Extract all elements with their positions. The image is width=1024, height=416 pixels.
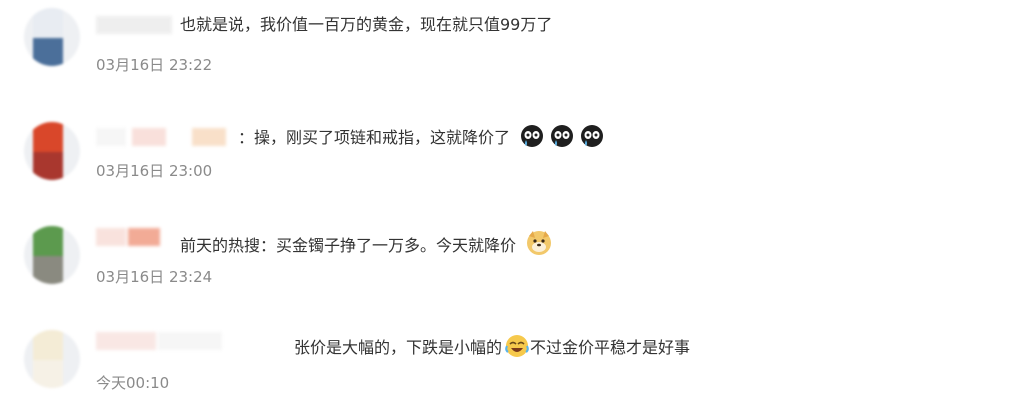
comment-prefix: ： — [238, 128, 255, 147]
comment-text: 前天的热搜：买金镯子挣了一万多。今天就降价 — [180, 230, 553, 262]
comment-body: 张价是大幅的，下跌是小幅的 — [294, 338, 503, 357]
crying-face-icon — [519, 124, 545, 154]
username-blurred[interactable] — [96, 14, 174, 34]
doge-icon — [525, 230, 553, 262]
crying-face-icon — [579, 124, 605, 154]
crying-face-icon — [549, 124, 575, 154]
username-blurred[interactable] — [96, 226, 162, 246]
avatar[interactable] — [24, 122, 80, 180]
comment-item: 也就是说，我价值一百万的黄金，现在就只值99万了 03月16日 23:22 — [0, 0, 1024, 104]
comment-time: 今天00:10 — [96, 374, 170, 392]
avatar[interactable] — [24, 330, 80, 388]
comment-time: 03月16日 23:22 — [96, 56, 213, 74]
username-blurred[interactable] — [96, 330, 226, 350]
comment-body: 前天的热搜：买金镯子挣了一万多。今天就降价 — [180, 236, 517, 255]
username-blurred[interactable] — [96, 126, 236, 146]
avatar[interactable] — [24, 226, 80, 284]
avatar[interactable] — [24, 8, 80, 66]
comment-text: 也就是说，我价值一百万的黄金，现在就只值99万了 — [180, 15, 553, 34]
comment-text: ：操，刚买了项链和戒指，这就降价了 — [238, 124, 605, 154]
laughing-face-icon — [504, 334, 530, 364]
comment-item: 前天的热搜：买金镯子挣了一万多。今天就降价 03月16日 23:24 — [0, 208, 1024, 312]
comment-item: 张价是大幅的，下跌是小幅的 不过金价平稳才是好事 今天00:10 — [0, 312, 1024, 416]
comment-item: ：操，刚买了项链和戒指，这就降价了 03月16日 23:00 — [0, 104, 1024, 208]
comment-time: 03月16日 23:24 — [96, 268, 213, 286]
comment-time: 03月16日 23:00 — [96, 162, 213, 180]
comment-text: 张价是大幅的，下跌是小幅的 不过金价平稳才是好事 — [294, 334, 690, 364]
comment-body: 操，刚买了项链和戒指，这就降价了 — [254, 128, 511, 147]
comment-body-2: 不过金价平稳才是好事 — [530, 338, 691, 357]
